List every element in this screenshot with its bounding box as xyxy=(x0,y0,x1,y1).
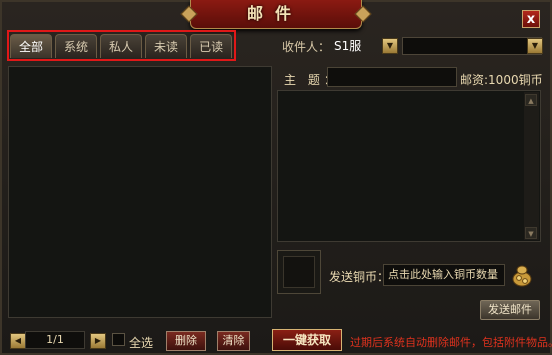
recipient-name-input[interactable] xyxy=(402,37,542,55)
attachment-slot-inner xyxy=(283,256,315,288)
select-all-label: 全选 xyxy=(129,336,154,350)
close-button[interactable]: x xyxy=(522,10,540,28)
next-page-icon[interactable]: ▶ xyxy=(90,333,106,349)
send-coins-label: 发送铜币： xyxy=(329,270,390,284)
window-title: 邮件 xyxy=(246,4,303,23)
send-coins-input[interactable]: 点击此处输入铜币数量 xyxy=(383,264,505,286)
subject-input[interactable] xyxy=(327,67,457,87)
scroll-down-icon[interactable]: ▼ xyxy=(525,227,537,239)
recipient-server: S1服 xyxy=(334,39,362,53)
coin-pouch-icon xyxy=(512,265,532,287)
body-scrollbar[interactable] xyxy=(524,92,539,240)
page-indicator: 1/1 xyxy=(25,331,85,349)
mail-list[interactable] xyxy=(8,66,272,318)
recipient-server-dropdown[interactable]: ▼ xyxy=(382,38,398,54)
recipient-name-dropdown[interactable]: ▼ xyxy=(527,38,543,54)
tabs-highlight-box xyxy=(7,30,236,61)
select-all-checkbox[interactable] xyxy=(112,333,125,346)
send-mail-button[interactable]: 发送邮件 xyxy=(480,300,540,320)
recipient-label: 收件人： xyxy=(282,40,331,54)
mail-body-input[interactable] xyxy=(277,90,541,242)
prev-page-icon[interactable]: ◀ xyxy=(10,333,26,349)
collect-all-button[interactable]: 一键获取 xyxy=(272,329,342,351)
postage-cost: 邮资:1000铜币 xyxy=(460,73,543,87)
clear-button[interactable]: 清除 xyxy=(217,331,250,351)
scroll-up-icon[interactable]: ▲ xyxy=(525,94,537,106)
delete-button[interactable]: 删除 xyxy=(166,331,206,351)
expiry-notice: 过期后系统自动删除邮件，包括附件物品。 xyxy=(350,336,552,349)
